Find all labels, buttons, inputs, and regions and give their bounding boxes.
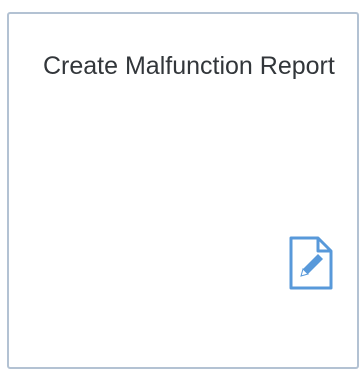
- document-edit-icon: [289, 236, 333, 290]
- tile-title: Create Malfunction Report: [43, 52, 335, 80]
- create-malfunction-report-tile[interactable]: Create Malfunction Report: [7, 12, 359, 369]
